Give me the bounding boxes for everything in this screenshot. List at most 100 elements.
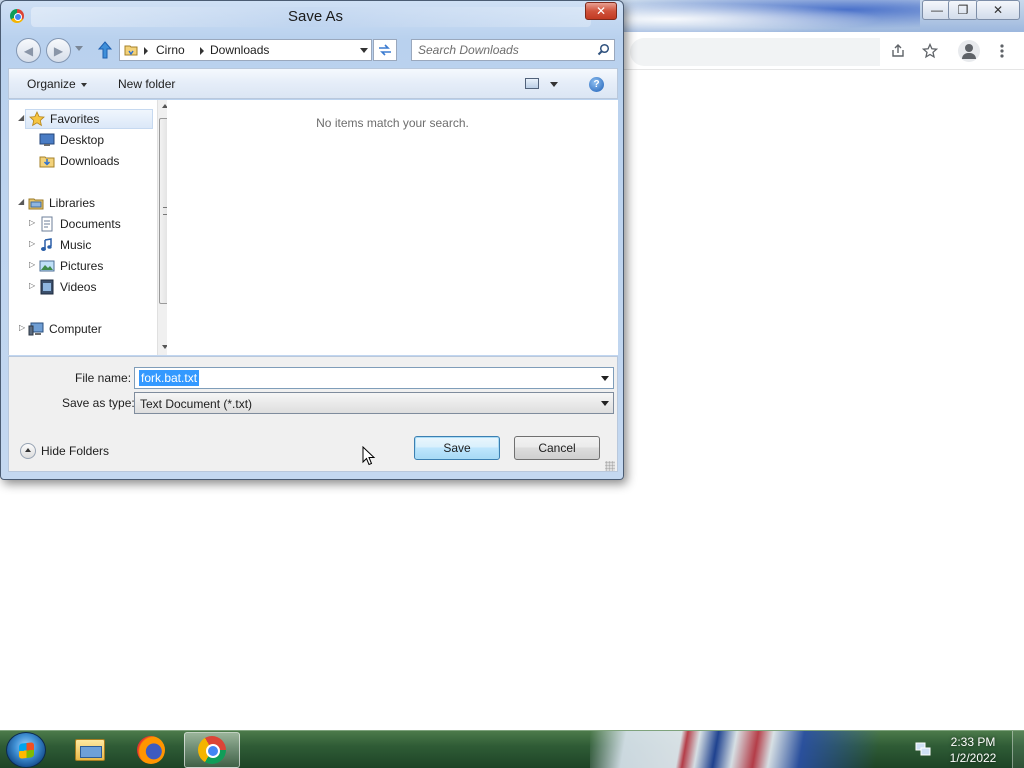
tree-item-pictures[interactable]: Pictures [39, 256, 103, 276]
close-icon: ✕ [595, 4, 607, 18]
tree-item-libraries[interactable]: Libraries [28, 193, 95, 213]
tree-label: Libraries [49, 196, 96, 210]
system-clock[interactable]: 2:33 PM 1/2/2022 [940, 734, 1006, 766]
search-input[interactable] [418, 42, 588, 58]
downloads-folder-icon [39, 153, 55, 169]
back-arrow-icon: ◀ [23, 43, 34, 58]
cancel-button[interactable]: Cancel [514, 436, 600, 460]
search-box[interactable] [411, 39, 615, 61]
new-folder-button[interactable]: New folder [118, 77, 175, 91]
tree-item-desktop[interactable]: Desktop [39, 130, 104, 150]
view-options-dropdown-icon[interactable] [550, 82, 558, 87]
start-button[interactable] [6, 732, 46, 768]
command-bar: Organize New folder ? [8, 68, 618, 99]
taskbar-chrome[interactable] [184, 732, 240, 768]
taskbar-firefox[interactable] [123, 732, 179, 768]
dialog-titlebar[interactable]: Save As ✕ [1, 1, 623, 33]
save-as-dialog: Save As ✕ ◀ ▶ Cirno Downloads Organize N… [0, 0, 624, 480]
desktop-icon [39, 132, 55, 148]
address-bar[interactable]: Cirno Downloads [119, 39, 372, 61]
save-as-type-label: Save as type: [62, 396, 135, 410]
folder-icon [124, 45, 138, 56]
expand-triangle-icon[interactable]: ▷ [19, 323, 25, 332]
collapse-triangle-icon[interactable]: ◢ [18, 197, 24, 206]
tree-label: Favorites [50, 112, 100, 126]
show-desktop-button[interactable] [1012, 731, 1024, 768]
organize-label: Organize [27, 77, 76, 91]
expand-triangle-icon[interactable]: ▷ [29, 281, 35, 290]
expand-triangle-icon[interactable]: ▷ [29, 239, 35, 248]
help-glyph: ? [593, 79, 600, 90]
tree-label: Music [60, 238, 92, 252]
up-folder-icon[interactable] [97, 40, 113, 60]
tree-label: Videos [60, 280, 97, 294]
forward-arrow-icon: ▶ [53, 43, 64, 58]
clock-date: 1/2/2022 [949, 751, 997, 765]
save-button[interactable]: Save [414, 436, 500, 460]
breadcrumb-cirno[interactable]: Cirno [156, 43, 185, 57]
file-name-label: File name: [75, 371, 132, 385]
forward-button[interactable]: ▶ [46, 38, 71, 63]
clock-time: 2:33 PM [950, 735, 996, 749]
breadcrumb-separator-icon [144, 47, 148, 55]
tree-label: Computer [49, 322, 102, 336]
taskbar-explorer[interactable] [62, 732, 118, 768]
save-as-type-select[interactable]: Text Document (*.txt) [134, 392, 614, 414]
browser-omnibox[interactable] [630, 38, 880, 66]
address-history-dropdown-icon[interactable] [360, 48, 368, 53]
hide-folders-toggle[interactable]: Hide Folders [20, 442, 109, 460]
tree-item-downloads[interactable]: Downloads [39, 151, 119, 171]
network-icon[interactable] [914, 740, 932, 758]
organize-menu[interactable]: Organize [27, 77, 87, 91]
expand-triangle-icon[interactable]: ▷ [29, 218, 35, 227]
tree-item-videos[interactable]: Videos [39, 277, 96, 297]
breadcrumb-downloads[interactable]: Downloads [210, 43, 269, 57]
minimize-icon: — [931, 3, 943, 17]
wallpaper-peek [590, 731, 890, 768]
browser-close-button[interactable]: ✕ [976, 0, 1020, 20]
taskbar: 2:33 PM 1/2/2022 [0, 730, 1024, 768]
menu-kebab-icon[interactable] [992, 41, 1012, 61]
chevron-down-icon[interactable] [601, 401, 609, 406]
file-list-pane[interactable]: No items match your search. [167, 100, 618, 355]
tree-item-favorites[interactable]: Favorites [25, 109, 153, 129]
videos-icon [39, 279, 55, 295]
documents-icon [39, 216, 55, 232]
share-icon[interactable] [888, 41, 908, 61]
computer-icon [28, 321, 44, 337]
collapse-triangle-icon[interactable]: ◢ [18, 113, 24, 122]
tree-item-documents[interactable]: Documents [39, 214, 121, 234]
breadcrumb-separator-icon[interactable] [200, 47, 204, 55]
search-icon[interactable] [597, 43, 610, 56]
tree-item-music[interactable]: Music [39, 235, 91, 255]
chevron-down-icon [80, 82, 87, 87]
chrome-icon [198, 736, 226, 764]
music-icon [39, 237, 55, 253]
refresh-button[interactable] [373, 39, 397, 61]
chevron-down-icon[interactable] [601, 376, 609, 381]
bookmark-star-icon[interactable] [920, 41, 940, 61]
browser-restore-button[interactable]: ❐ [948, 0, 978, 20]
hide-folders-label: Hide Folders [41, 444, 110, 458]
recent-locations-dropdown-icon[interactable] [75, 46, 83, 51]
firefox-icon [137, 736, 165, 764]
help-icon[interactable]: ? [589, 77, 604, 92]
navigation-pane: ◢ Favorites Desktop Downloads ◢ Librarie… [8, 100, 173, 355]
tree-item-computer[interactable]: Computer [28, 319, 102, 339]
resize-grip[interactable] [605, 461, 615, 471]
chevron-up-circle-icon [20, 443, 36, 459]
file-name-value[interactable]: fork.bat.txt [139, 370, 200, 386]
close-icon: ✕ [992, 3, 1004, 17]
profile-avatar-icon[interactable] [958, 40, 980, 62]
restore-icon: ❐ [957, 3, 969, 17]
back-button[interactable]: ◀ [16, 38, 41, 63]
tree-label: Downloads [60, 154, 120, 168]
dialog-close-button[interactable]: ✕ [585, 2, 617, 20]
chrome-app-icon [10, 9, 24, 23]
expand-triangle-icon[interactable]: ▷ [29, 260, 35, 269]
star-icon [29, 111, 45, 127]
empty-results-message: No items match your search. [316, 116, 469, 130]
file-name-field[interactable]: fork.bat.txt [134, 367, 614, 389]
mouse-cursor-icon [362, 446, 376, 466]
change-view-icon[interactable] [525, 78, 539, 89]
